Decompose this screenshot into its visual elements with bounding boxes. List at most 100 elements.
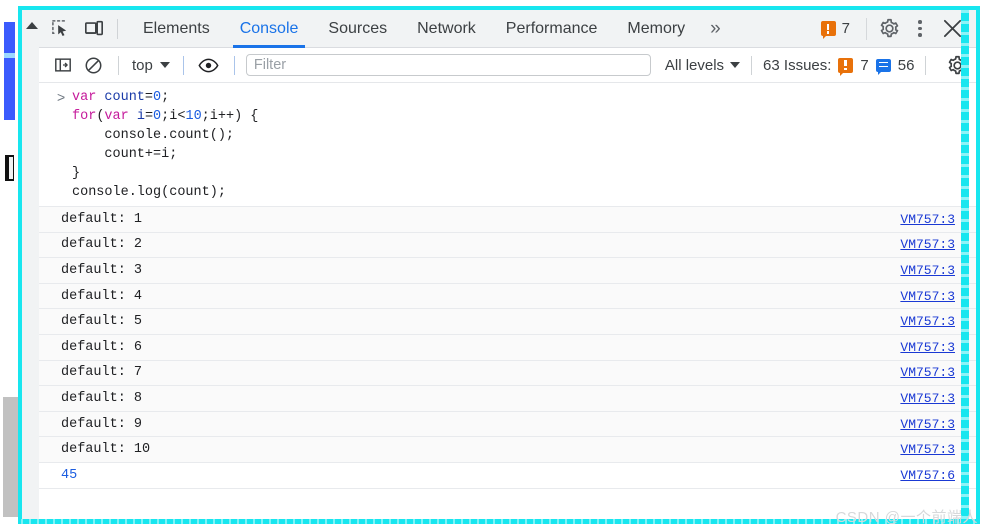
code-line: } xyxy=(72,164,977,183)
tab-label: Performance xyxy=(505,19,598,37)
filterbar-divider-2 xyxy=(182,55,184,75)
clear-console-icon[interactable] xyxy=(79,51,107,79)
code-token: = xyxy=(144,109,154,124)
log-message: default: 3 xyxy=(61,262,143,278)
tab-network[interactable]: Network xyxy=(402,10,491,48)
code-token-ident: count xyxy=(104,90,145,105)
tab-performance[interactable]: Performance xyxy=(491,10,613,48)
tabbar-divider xyxy=(117,18,118,39)
log-source-link[interactable]: VM757:6 xyxy=(900,468,955,483)
log-source-link[interactable]: VM757:3 xyxy=(900,391,955,406)
tab-label: Memory xyxy=(627,19,686,37)
filterbar-divider-4 xyxy=(751,55,753,75)
log-level-label: All levels xyxy=(664,56,725,74)
log-source-link[interactable]: VM757:3 xyxy=(900,212,955,227)
console-input-entry[interactable]: > var count=0; for(var i=0;i<10;i++) { co… xyxy=(39,83,977,207)
devtools-gutter xyxy=(22,10,39,520)
execution-context-selector[interactable]: top xyxy=(130,57,172,74)
code-line: console.log(count); xyxy=(72,183,977,202)
console-output[interactable]: > var count=0; for(var i=0;i<10;i++) { co… xyxy=(39,83,977,521)
inspect-element-icon[interactable] xyxy=(45,14,75,44)
filter-input[interactable] xyxy=(245,54,651,76)
console-filter-toolbar: top All levels 63 Issues: 7 xyxy=(39,48,977,83)
tabbar-left-icons xyxy=(39,14,113,44)
device-toolbar-icon[interactable] xyxy=(79,14,109,44)
log-message: default: 4 xyxy=(61,288,143,304)
filterbar-divider-3 xyxy=(233,55,235,75)
issues-summary[interactable]: 63 Issues: 7 56 xyxy=(763,56,915,76)
close-icon[interactable] xyxy=(935,13,969,45)
prompt-icon: > xyxy=(57,89,66,105)
log-message: default: 10 xyxy=(61,442,151,458)
filterbar-divider-1 xyxy=(118,55,119,75)
tab-memory[interactable]: Memory xyxy=(612,10,700,48)
console-settings-gear-icon[interactable] xyxy=(943,51,971,79)
filterbar-right xyxy=(943,51,971,79)
code-token-ident: i xyxy=(136,109,145,124)
console-log-row[interactable]: 45 VM757:6 xyxy=(39,462,977,489)
console-log-row[interactable]: default: 7 VM757:3 xyxy=(39,360,977,387)
console-input-code: var count=0; for(var i=0;i<10;i++) { cons… xyxy=(39,88,977,202)
more-tabs-label: » xyxy=(710,17,721,39)
scrollbar-thumb-top[interactable] xyxy=(4,22,15,120)
tab-elements[interactable]: Elements xyxy=(128,10,225,48)
console-log-row[interactable]: default: 8 VM757:3 xyxy=(39,386,977,412)
issues-message-count: 56 xyxy=(897,56,915,74)
code-line: var count=0; xyxy=(72,88,977,107)
code-token-num: 10 xyxy=(185,109,202,124)
log-source-link[interactable]: VM757:3 xyxy=(900,263,955,278)
kebab-menu-icon[interactable] xyxy=(907,13,933,45)
message-icon xyxy=(875,58,891,75)
code-token: } xyxy=(72,166,81,181)
log-source-link[interactable]: VM757:3 xyxy=(900,237,955,252)
gear-icon[interactable] xyxy=(873,13,905,45)
code-line: count+=i; xyxy=(72,145,977,164)
tab-label: Network xyxy=(417,19,476,37)
console-log-row[interactable]: default: 4 VM757:3 xyxy=(39,283,977,310)
log-source-link[interactable]: VM757:3 xyxy=(900,365,955,380)
console-log-row[interactable]: default: 10 VM757:3 xyxy=(39,437,977,463)
devtools-tabbar: Elements Console Sources Network Perform… xyxy=(39,10,977,48)
console-log-row[interactable]: default: 5 VM757:3 xyxy=(39,309,977,335)
tabbar-right-controls: 7 xyxy=(811,13,977,45)
log-message: default: 7 xyxy=(61,365,143,381)
more-tabs-icon[interactable]: » xyxy=(700,10,731,48)
code-token: console.count(); xyxy=(72,128,235,143)
code-token-kw: var xyxy=(104,109,137,124)
log-source-link[interactable]: VM757:3 xyxy=(900,314,955,329)
console-log-row[interactable]: default: 3 VM757:3 xyxy=(39,258,977,284)
chevron-down-icon xyxy=(730,62,741,68)
tab-label: Sources xyxy=(328,19,388,37)
console-log-rows: default: 1 VM757:3 default: 2 VM757:3 defaul… xyxy=(39,207,977,489)
console-log-row[interactable]: default: 6 VM757:3 xyxy=(39,334,977,361)
console-log-row[interactable]: default: 2 VM757:3 xyxy=(39,232,977,259)
log-message: 45 xyxy=(61,467,78,483)
tab-console[interactable]: Console xyxy=(225,10,314,48)
log-source-link[interactable]: VM757:3 xyxy=(900,442,955,457)
screenshot-root: Elements Console Sources Network Perform… xyxy=(0,0,987,529)
devtools-tabs: Elements Console Sources Network Perform… xyxy=(128,10,731,48)
code-token: console.log(count); xyxy=(72,185,226,200)
console-log-row[interactable]: default: 1 VM757:3 xyxy=(39,207,977,233)
console-sidebar-icon[interactable] xyxy=(49,51,77,79)
error-count-badge[interactable]: 7 xyxy=(811,20,860,39)
code-token-num: 0 xyxy=(153,90,162,105)
code-token-kw: var xyxy=(72,90,105,105)
log-level-selector[interactable]: All levels xyxy=(664,56,741,74)
live-expression-icon[interactable] xyxy=(195,51,223,79)
browser-scrollbar[interactable] xyxy=(0,0,19,529)
scrollbar-marker xyxy=(5,155,14,181)
tab-sources[interactable]: Sources xyxy=(313,10,402,48)
log-source-link[interactable]: VM757:3 xyxy=(900,417,955,432)
scrollbar-thumb-bottom[interactable] xyxy=(3,397,18,517)
console-log-row[interactable]: default: 9 VM757:3 xyxy=(39,411,977,438)
tab-label: Elements xyxy=(143,19,210,37)
log-source-link[interactable]: VM757:3 xyxy=(900,289,955,304)
log-message: default: 9 xyxy=(61,416,143,432)
scroll-up-arrow-icon[interactable] xyxy=(26,22,38,29)
error-count-label: 7 xyxy=(841,20,850,37)
code-token-kw: for xyxy=(72,109,97,124)
log-source-link[interactable]: VM757:3 xyxy=(900,340,955,355)
code-token: count+=i; xyxy=(72,147,178,162)
chevron-down-icon xyxy=(159,62,170,68)
